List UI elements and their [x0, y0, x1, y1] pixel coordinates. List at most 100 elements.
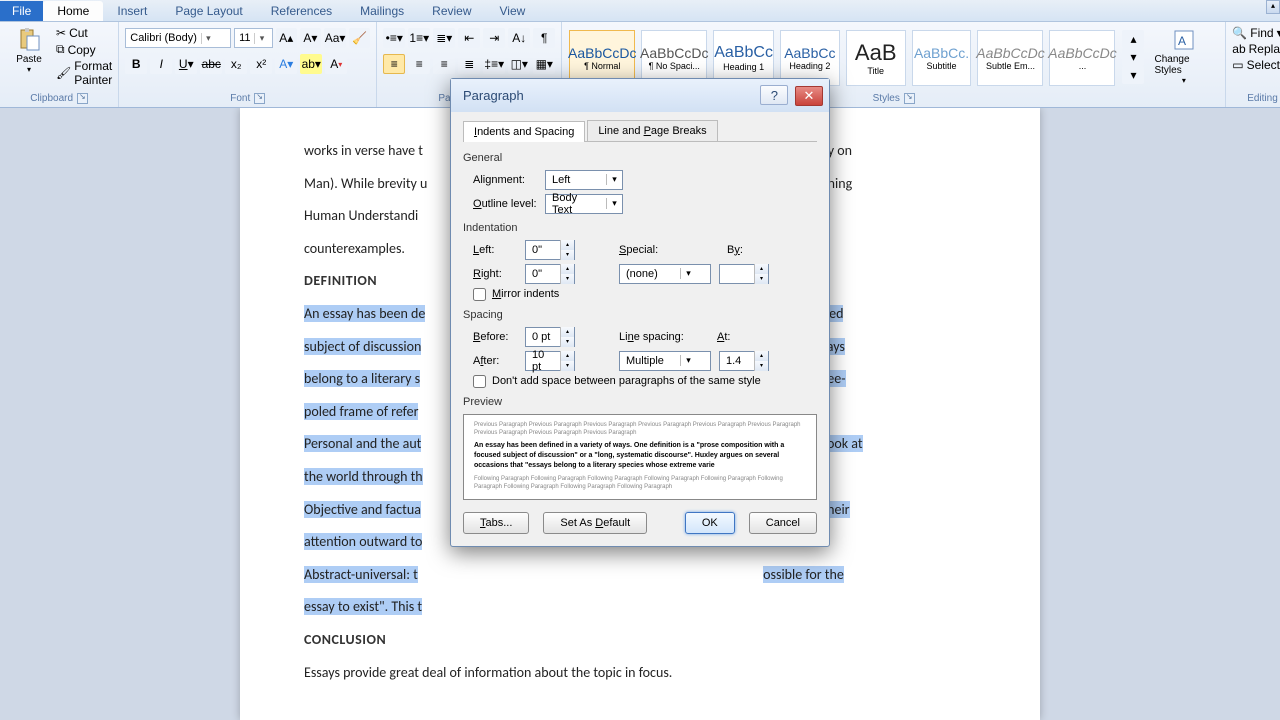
align-center-button[interactable]: ≡	[408, 54, 430, 74]
before-spinner[interactable]: 0 pt▴▾	[525, 327, 575, 347]
style-more[interactable]: AaBbCcDc...	[1049, 30, 1115, 86]
styles-expand[interactable]: ▾	[1122, 66, 1144, 84]
tab-insert[interactable]: Insert	[103, 1, 161, 21]
dont-add-label: Don't add space between paragraphs of th…	[492, 375, 761, 387]
styles-scroll-down[interactable]: ▾	[1122, 48, 1144, 66]
justify-button[interactable]: ≣	[458, 54, 480, 74]
shrink-font-button[interactable]: A▾	[300, 28, 321, 48]
change-case-button[interactable]: Aa▾	[324, 28, 346, 48]
editing-label: Editing	[1247, 93, 1278, 104]
dont-add-space-checkbox[interactable]	[473, 375, 486, 388]
clipboard-label: Clipboard	[30, 93, 73, 104]
cut-button[interactable]: ✂Cut	[56, 26, 112, 40]
sort-button[interactable]: A↓	[508, 28, 530, 48]
tab-home[interactable]: Home	[43, 1, 103, 21]
indent-right-spinner[interactable]: 0"▴▾	[525, 264, 575, 284]
doc-text: Human Understandi	[304, 207, 418, 224]
font-label: Font	[230, 93, 250, 104]
multilevel-button[interactable]: ≣▾	[433, 28, 455, 48]
increase-indent-button[interactable]: ⇥	[483, 28, 505, 48]
doc-text: Abstract-universal: t	[304, 566, 418, 583]
highlight-button[interactable]: ab▾	[300, 54, 322, 74]
borders-button[interactable]: ▦▾	[533, 54, 555, 74]
style-subtitle[interactable]: AaBbCc.Subtitle	[912, 30, 972, 86]
font-launcher[interactable]	[254, 93, 265, 104]
numbering-button[interactable]: 1≡▾	[408, 28, 430, 48]
ok-button[interactable]: OK	[685, 512, 735, 534]
styles-scroll-up[interactable]: ▴	[1122, 30, 1144, 48]
font-color-button[interactable]: A▾	[325, 54, 347, 74]
grow-font-button[interactable]: A▴	[276, 28, 297, 48]
subscript-button[interactable]: x₂	[225, 54, 247, 74]
special-label: Special:	[619, 244, 671, 256]
help-icon: ?	[771, 88, 778, 103]
text-effects-button[interactable]: A▾	[275, 54, 297, 74]
style-subtle-em[interactable]: AaBbCcDcSubtle Em...	[977, 30, 1043, 86]
mirror-indents-checkbox[interactable]	[473, 288, 486, 301]
tab-view[interactable]: View	[486, 1, 540, 21]
ribbon-minimize-icon[interactable]: ▴	[1266, 0, 1280, 14]
align-right-button[interactable]: ≡	[433, 54, 455, 74]
tabs-button[interactable]: Tabs...	[463, 512, 529, 534]
show-hide-button[interactable]: ¶	[533, 28, 555, 48]
close-button[interactable]: ✕	[795, 86, 823, 106]
doc-text: An essay has been de	[304, 305, 425, 322]
tab-page-layout[interactable]: Page Layout	[161, 1, 256, 21]
font-name-combo[interactable]: Calibri (Body)▾	[125, 28, 231, 48]
linespacing-combo[interactable]: Multiple▾	[619, 351, 711, 371]
font-size-combo[interactable]: 11▾	[234, 28, 273, 48]
cancel-button[interactable]: Cancel	[749, 512, 817, 534]
help-button[interactable]: ?	[760, 85, 788, 105]
doc-text: subject of discussion	[304, 338, 421, 355]
doc-text: belong to a literary s	[304, 370, 420, 387]
dialog-titlebar[interactable]: Paragraph ? ✕	[451, 79, 829, 112]
styles-launcher[interactable]	[904, 93, 915, 104]
bold-button[interactable]: B	[125, 54, 147, 74]
change-styles-icon: A	[1172, 28, 1196, 52]
underline-button[interactable]: U▾	[175, 54, 197, 74]
align-left-button[interactable]: ≡	[383, 54, 405, 74]
copy-button[interactable]: ⧉Copy	[56, 42, 112, 57]
at-spinner[interactable]: 1.4▴▾	[719, 351, 769, 371]
tab-indents-spacing[interactable]: IIndents and Spacingndents and Spacing	[463, 121, 585, 142]
italic-button[interactable]: I	[150, 54, 172, 74]
tab-review[interactable]: Review	[418, 1, 485, 21]
tab-mailings[interactable]: Mailings	[346, 1, 418, 21]
bullets-button[interactable]: •≡▾	[383, 28, 405, 48]
doc-text: poled frame of refer	[304, 403, 418, 420]
doc-text: Essays provide great deal of information…	[304, 660, 976, 687]
section-general: General	[463, 152, 817, 164]
clipboard-launcher[interactable]	[77, 93, 88, 104]
preview-box: Previous Paragraph Previous Paragraph Pr…	[463, 414, 817, 500]
after-spinner[interactable]: 10 pt▴▾	[525, 351, 575, 371]
paste-icon	[17, 28, 41, 52]
find-icon: 🔍	[1232, 26, 1247, 40]
indent-right-label: Right:	[473, 268, 525, 280]
change-styles-button[interactable]: A Change Styles▾	[1148, 24, 1219, 89]
special-combo[interactable]: (none)▾	[619, 264, 711, 284]
style-title[interactable]: AaBTitle	[846, 30, 906, 86]
line-spacing-button[interactable]: ‡≡▾	[483, 54, 505, 74]
doc-text: essay to exist". This t	[304, 598, 422, 615]
alignment-combo[interactable]: Left▾	[545, 170, 623, 190]
clear-formatting-button[interactable]: 🧹	[349, 28, 370, 48]
select-button[interactable]: ▭Select ▾	[1232, 58, 1280, 72]
set-default-button[interactable]: Set As Default	[543, 512, 647, 534]
tab-references[interactable]: References	[257, 1, 346, 21]
shading-button[interactable]: ◫▾	[508, 54, 530, 74]
paste-button[interactable]: Paste▾	[6, 24, 52, 78]
by-spinner[interactable]: ▴▾	[719, 264, 769, 284]
replace-button[interactable]: abReplace	[1232, 42, 1280, 56]
decrease-indent-button[interactable]: ⇤	[458, 28, 480, 48]
tab-line-page-breaks[interactable]: Line and Page Breaks	[587, 120, 717, 141]
copy-icon: ⧉	[56, 42, 65, 57]
tab-file[interactable]: File	[0, 1, 43, 21]
format-painter-button[interactable]: 🖌Format Painter	[56, 59, 112, 87]
find-button[interactable]: 🔍Find ▾	[1232, 26, 1280, 40]
outline-combo[interactable]: Body Text▾	[545, 194, 623, 214]
strikethrough-button[interactable]: abc	[200, 54, 222, 74]
group-clipboard: Paste▾ ✂Cut ⧉Copy 🖌Format Painter Clipbo…	[0, 22, 119, 107]
indent-left-spinner[interactable]: 0"▴▾	[525, 240, 575, 260]
select-icon: ▭	[1232, 58, 1243, 72]
superscript-button[interactable]: x²	[250, 54, 272, 74]
